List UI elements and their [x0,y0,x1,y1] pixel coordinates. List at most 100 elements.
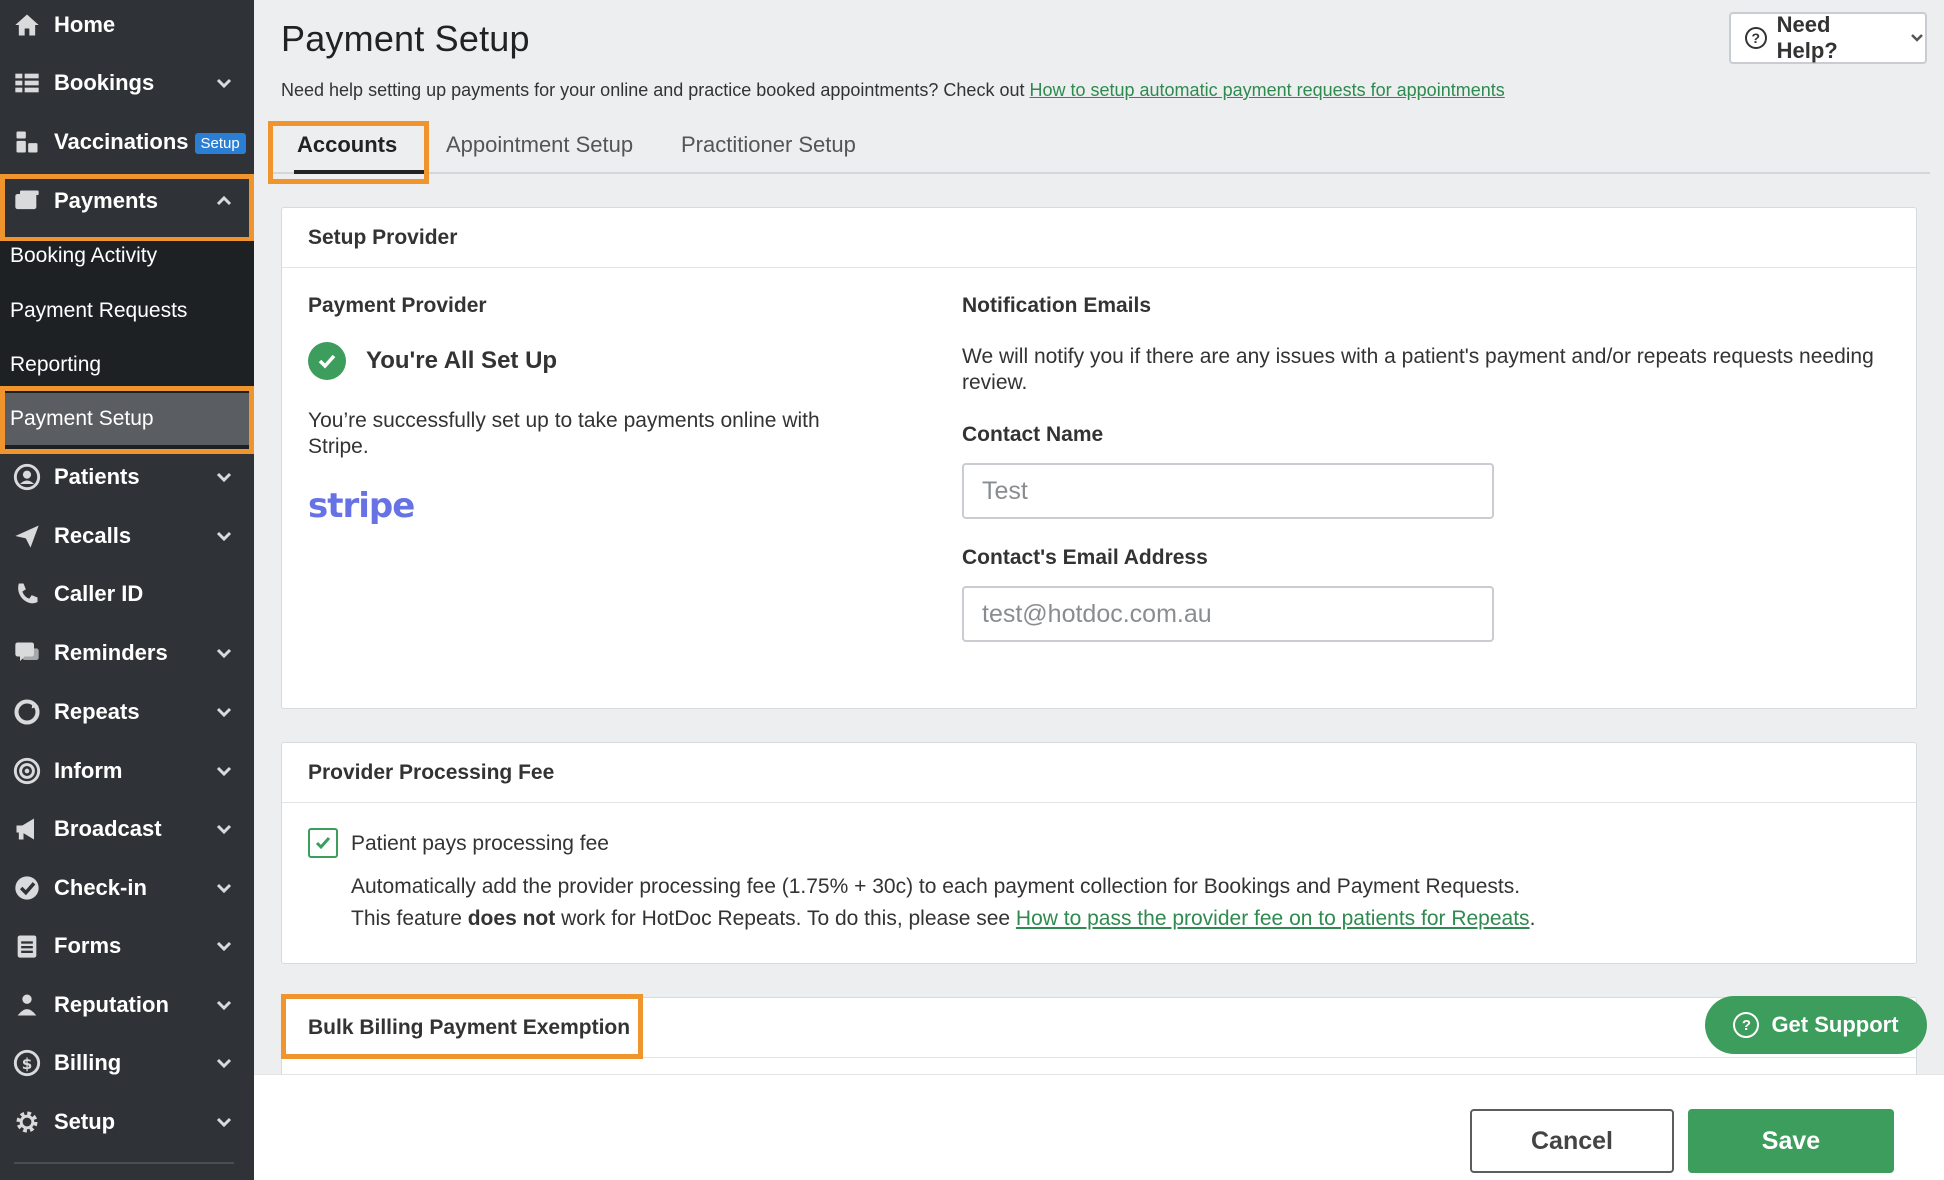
reputation-icon [12,990,42,1020]
tab-practitioner-setup[interactable]: Practitioner Setup [681,132,856,158]
setup-status: You're All Set Up [308,342,557,380]
need-help-label: Need Help? [1776,12,1838,63]
sidebar-item-label: Reminders [54,640,168,665]
sidebar-item-forms[interactable]: Forms [0,921,254,971]
setup-status-text: You're All Set Up [366,347,558,374]
footer-bar: Cancel Save [254,1074,1944,1180]
check-in-icon [12,873,42,903]
sidebar-item-label: Recalls [54,523,132,548]
payment-setup-highlight [0,386,254,454]
sidebar-item-check-in[interactable]: Check-in [0,863,254,913]
billing-icon: $ [12,1048,42,1078]
sidebar-item-inform[interactable]: Inform [0,746,254,796]
sidebar-item-home[interactable]: Home [0,0,254,50]
bookings-icon [12,68,42,98]
sidebar-item-label: Billing [54,1050,122,1075]
cancel-button[interactable]: Cancel [1470,1109,1674,1173]
sidebar-item-label: Inform [54,758,123,783]
sidebar-item-bookings[interactable]: Bookings [0,58,254,108]
patient-pays-fee-label: Patient pays processing fee [351,832,609,855]
page-title: Payment Setup [281,18,530,59]
gear-icon [12,1107,42,1137]
processing-fee-card: Provider Processing Fee Patient pays pro… [281,742,1917,964]
repeats-fee-link[interactable]: How to pass the provider fee on to patie… [1016,907,1530,930]
stripe-logo: stripe [308,486,415,526]
sidebar-item-billing[interactable]: $ Billing [0,1038,254,1088]
reminders-icon [12,638,42,668]
sidebar-item-label: Vaccinations Setup [54,129,246,155]
provider-description: You’re successfully set up to take payme… [308,409,820,458]
check-circle-icon [308,342,346,380]
submenu-booking-activity[interactable]: Booking Activity [0,231,254,281]
get-support-button[interactable]: ? Get Support [1705,996,1927,1054]
sidebar-item-label: Forms [54,933,122,958]
sidebar-item-setup[interactable]: Setup [0,1097,254,1147]
submenu-payment-requests[interactable]: Payment Requests [0,286,254,336]
chevron-down-icon [214,702,234,722]
recalls-icon [12,521,42,551]
submenu-reporting[interactable]: Reporting [0,340,254,390]
need-help-button[interactable]: ? Need Help? [1729,12,1927,64]
chevron-down-icon [214,526,234,546]
broadcast-icon [12,814,42,844]
main-content: Payment Setup ? Need Help? Need help set… [254,0,1944,1180]
chevron-down-icon [214,643,234,663]
intro-help-link[interactable]: How to setup automatic payment requests … [1029,80,1504,100]
sidebar-item-repeats[interactable]: Repeats [0,687,254,737]
sidebar-item-label: Bookings [54,70,155,95]
sidebar-item-label: Home [54,12,116,37]
get-support-label: Get Support [1771,1012,1899,1037]
svg-text:$: $ [22,1055,33,1073]
chevron-down-icon [214,1112,234,1132]
sidebar-item-recalls[interactable]: Recalls [0,511,254,561]
sidebar: Home Bookings Vaccinations Setup Payments… [0,0,254,1180]
intro-text: Need help setting up payments for your o… [281,80,1505,101]
contact-email-input[interactable] [962,586,1494,642]
sidebar-item-label: Setup [54,1109,116,1134]
tab-appointment-setup[interactable]: Appointment Setup [446,132,633,158]
bulk-billing-highlight [281,994,643,1059]
chevron-down-icon [214,995,234,1015]
sidebar-item-vaccinations[interactable]: Vaccinations Setup [0,117,254,167]
caller-id-icon [12,579,42,609]
patient-pays-fee-checkbox[interactable] [308,828,338,858]
notification-emails-label: Notification Emails [962,294,1152,317]
sidebar-item-caller-id[interactable]: Caller ID [0,569,254,619]
chevron-down-icon [214,467,234,487]
sidebar-divider [14,1162,234,1164]
sidebar-item-label: Check-in [54,875,147,900]
tab-bar: Accounts Appointment Setup Practitioner … [268,118,1930,174]
sidebar-item-label: Repeats [54,699,140,724]
setup-provider-card: Setup Provider Payment Provider You're A… [281,207,1917,709]
repeats-note-text: work for HotDoc Repeats. To do this, ple… [555,907,1016,930]
chevron-down-icon [214,936,234,956]
question-icon: ? [1733,1012,1760,1038]
home-icon [12,10,42,40]
question-icon: ? [1745,27,1767,49]
repeats-note-text: This feature [351,907,468,930]
payment-provider-label: Payment Provider [308,294,487,317]
card-heading: Provider Processing Fee [282,743,1916,803]
notification-text: We will notify you if there are any issu… [962,345,1874,394]
sidebar-item-broadcast[interactable]: Broadcast [0,804,254,854]
processing-fee-description: Automatically add the provider processin… [351,875,1521,898]
repeats-note-emphasis: does not [467,907,556,930]
vaccinations-icon [12,127,42,157]
repeats-note-text: . [1529,907,1536,930]
sidebar-item-reminders[interactable]: Reminders [0,628,254,678]
sidebar-item-label: Patients [54,464,140,489]
patients-icon [12,462,42,492]
forms-icon [12,931,42,961]
contact-name-input[interactable] [962,463,1494,519]
setup-badge: Setup [194,133,246,154]
sidebar-item-reputation[interactable]: Reputation [0,980,254,1030]
chevron-down-icon [214,761,234,781]
repeats-note: This feature does not work for HotDoc Re… [351,906,1535,932]
sidebar-item-patients[interactable]: Patients [0,452,254,502]
chevron-down-icon [214,878,234,898]
sidebar-item-label: Reputation [54,992,169,1017]
chevron-down-icon [214,1053,234,1073]
save-button[interactable]: Save [1688,1109,1894,1173]
card-heading: Setup Provider [282,208,1916,268]
intro-text-body: Need help setting up payments for your o… [281,80,1030,100]
